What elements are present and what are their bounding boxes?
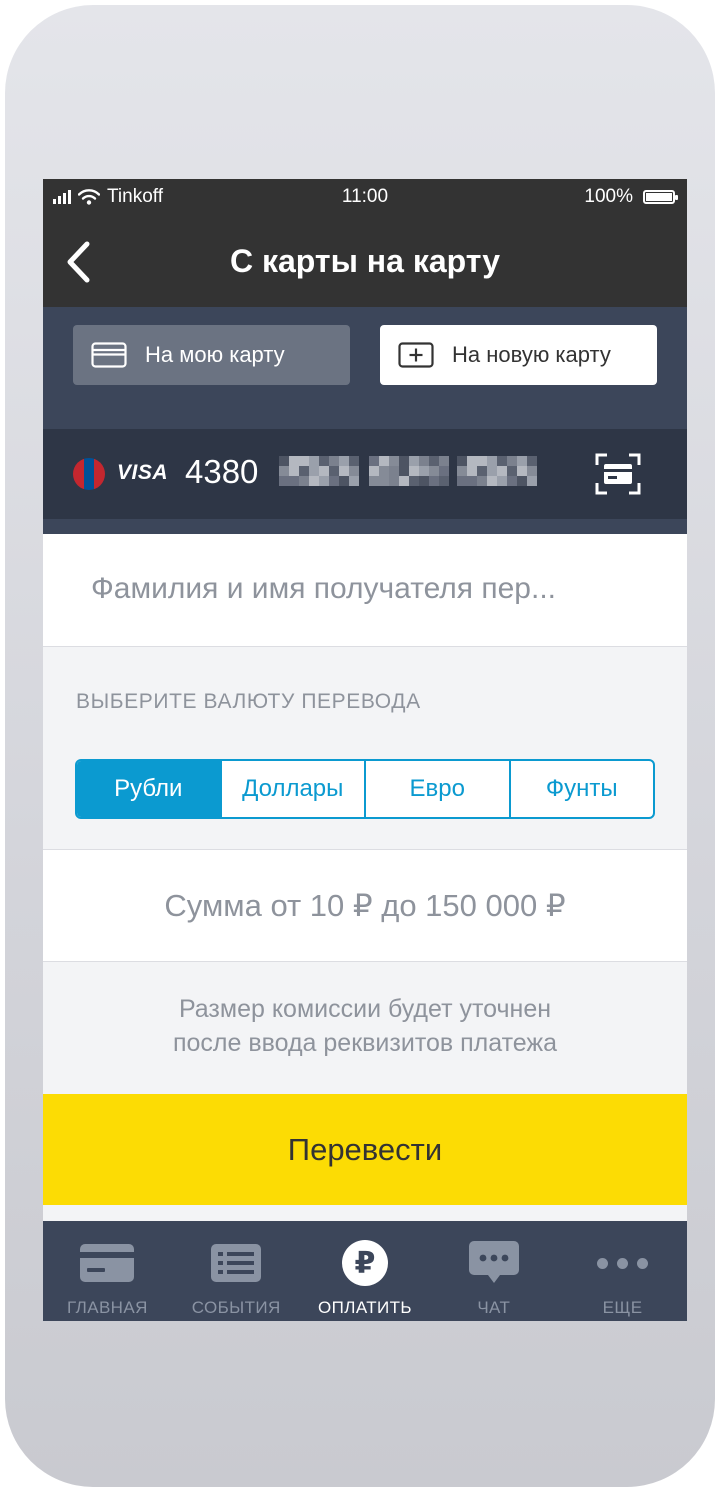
- amount-input[interactable]: Сумма от 10 ₽ до 150 000 ₽: [43, 849, 687, 962]
- card-number-prefix: 4380: [185, 453, 259, 490]
- card-brand: VISA: [117, 461, 169, 484]
- card-number-field[interactable]: VISA 4380: [43, 429, 687, 519]
- currency-tab-eur[interactable]: Евро: [364, 761, 509, 817]
- tab-chat[interactable]: ЧАТ: [429, 1221, 558, 1321]
- ruble-icon: ₽: [341, 1240, 388, 1286]
- battery-fill: [646, 193, 672, 201]
- recipient-name-input[interactable]: Фамилия и имя получателя пер...: [43, 534, 687, 647]
- tab-chat-label: ЧАТ: [477, 1298, 511, 1317]
- transfer-button-label: Перевести: [287, 1131, 443, 1167]
- new-card-button[interactable]: На новую карту: [380, 325, 657, 385]
- commission-line-2: после ввода реквизитов платежа: [172, 1029, 558, 1057]
- transfer-button[interactable]: Перевести: [43, 1094, 687, 1205]
- amount-placeholder: Сумма от 10 ₽ до 150 000 ₽: [164, 888, 566, 923]
- currency-tab-rub[interactable]: Рубли: [77, 761, 220, 817]
- mongolia-flag-icon: [73, 458, 105, 490]
- my-card-button[interactable]: На мою карту: [73, 325, 350, 385]
- tab-home[interactable]: ГЛАВНАЯ: [43, 1221, 172, 1321]
- tab-bar: ГЛАВНАЯ СОБЫТИЯ ₽ ОПЛАТИТЬ ЧАТ ЕЩЕ: [43, 1221, 687, 1321]
- my-card-label: На мою карту: [145, 342, 285, 367]
- currency-selector: Рубли Доллары Евро Фунты: [75, 759, 655, 819]
- currency-label: ВЫБЕРИТЕ ВАЛЮТУ ПЕРЕВОДА: [76, 690, 421, 713]
- tab-pay-label: ОПЛАТИТЬ: [318, 1298, 412, 1317]
- more-dots-icon: [597, 1257, 649, 1269]
- add-card-icon: [398, 342, 434, 368]
- battery-percent: 100%: [584, 186, 633, 207]
- currency-tab-usd[interactable]: Доллары: [219, 761, 365, 817]
- recipient-name-placeholder: Фамилия и имя получателя пер...: [91, 572, 556, 605]
- card-number-mask: [279, 456, 359, 486]
- list-icon: [211, 1244, 262, 1282]
- status-bar: Tinkoff 11:00 100%: [43, 179, 687, 217]
- app-screen: Tinkoff 11:00 100% С карты на карту На м…: [43, 179, 687, 1321]
- page-title: С карты на карту: [229, 243, 501, 279]
- card-number-mask: [369, 456, 449, 486]
- new-card-label: На новую карту: [452, 342, 611, 367]
- currency-tab-gbp[interactable]: Фунты: [508, 761, 654, 817]
- tab-pay[interactable]: ₽ ОПЛАТИТЬ: [301, 1221, 430, 1321]
- card-icon: [91, 342, 127, 368]
- tab-home-label: ГЛАВНАЯ: [67, 1298, 148, 1317]
- chat-bubble-icon: [468, 1241, 519, 1283]
- tab-more-label: ЕЩЕ: [602, 1298, 643, 1317]
- commission-note: Размер комиссии будет уточнен после ввод…: [43, 992, 687, 1060]
- tab-events[interactable]: СОБЫТИЯ: [172, 1221, 301, 1321]
- battery-icon: [643, 190, 678, 204]
- nav-bar: С карты на карту: [43, 217, 687, 307]
- card-icon: [80, 1244, 135, 1282]
- tab-events-label: СОБЫТИЯ: [191, 1298, 281, 1317]
- card-scan-icon: [595, 453, 641, 495]
- scan-card-button[interactable]: [595, 453, 641, 495]
- tab-more[interactable]: ЕЩЕ: [558, 1221, 687, 1321]
- phone-frame: Tinkoff 11:00 100% С карты на карту На м…: [5, 5, 715, 1487]
- card-row-divider: [43, 519, 687, 534]
- commission-line-1: Размер комиссии будет уточнен: [178, 995, 552, 1023]
- status-right: 100%: [584, 186, 678, 208]
- card-number-mask: [457, 456, 537, 486]
- destination-selector: На мою карту На новую карту: [43, 307, 687, 429]
